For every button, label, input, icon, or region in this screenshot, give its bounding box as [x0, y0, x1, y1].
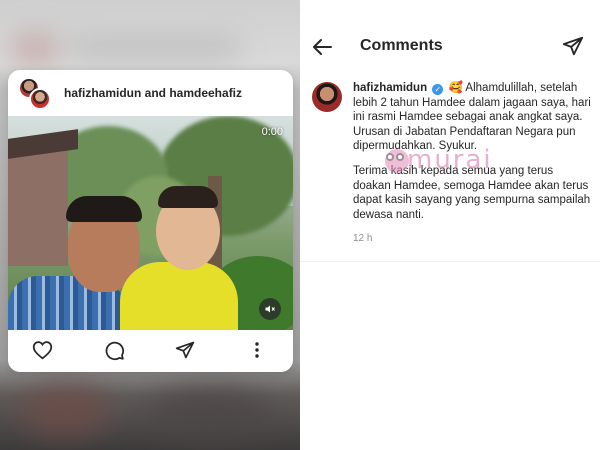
- mute-button[interactable]: [259, 298, 281, 320]
- comment-timestamp: 12 h: [353, 233, 373, 245]
- blurred-avatar: [10, 34, 60, 64]
- direct-message-button[interactable]: [562, 35, 586, 59]
- share-button[interactable]: [174, 339, 196, 361]
- owl-logo-icon: [385, 149, 409, 173]
- more-options-button[interactable]: [246, 339, 268, 361]
- photo-man-hair: [66, 196, 142, 222]
- avatar[interactable]: [312, 82, 342, 112]
- blurred-photo: [150, 390, 270, 440]
- speaker-muted-icon: [265, 305, 275, 313]
- comments-header: Comments: [300, 0, 600, 92]
- post-actions: [8, 330, 293, 372]
- photo-house: [8, 146, 68, 266]
- send-icon: [175, 341, 195, 359]
- watermark: murai: [385, 145, 525, 177]
- verified-badge-icon: ✓: [432, 84, 444, 95]
- more-vertical-icon: [255, 342, 259, 358]
- avatar: [29, 88, 51, 110]
- post-video[interactable]: 0:00: [8, 116, 293, 330]
- back-button[interactable]: [310, 35, 334, 59]
- send-icon: [562, 36, 584, 56]
- like-button[interactable]: [31, 339, 53, 361]
- comment-button[interactable]: [103, 339, 125, 361]
- blurred-photo: [20, 386, 110, 436]
- comments-screen: Comments hafizhamidun ✓ 🥰 Alhamdulillah,…: [300, 0, 600, 450]
- page-title: Comments: [360, 37, 443, 54]
- collab-avatars[interactable]: [18, 75, 54, 111]
- comment-username[interactable]: hafizhamidun: [353, 82, 427, 94]
- story-background: hafizhamidun and hamdeehafiz 0:00: [0, 0, 300, 450]
- divider: [300, 261, 600, 262]
- comment-bubble-icon: [105, 341, 124, 360]
- watermark-text: murai: [407, 145, 493, 175]
- video-timestamp: 0:00: [261, 126, 283, 138]
- heart-icon: [32, 341, 52, 360]
- emoji: 🥰: [448, 82, 463, 94]
- post-header: hafizhamidun and hamdeehafiz: [8, 70, 293, 116]
- blurred-text: [70, 40, 240, 56]
- shared-post-card[interactable]: hafizhamidun and hamdeehafiz 0:00: [8, 70, 293, 372]
- photo-boy-shirt: [120, 262, 238, 330]
- photo-boy-hair: [158, 186, 218, 208]
- post-usernames[interactable]: hafizhamidun and hamdeehafiz: [64, 86, 242, 100]
- arrow-left-icon: [313, 39, 332, 55]
